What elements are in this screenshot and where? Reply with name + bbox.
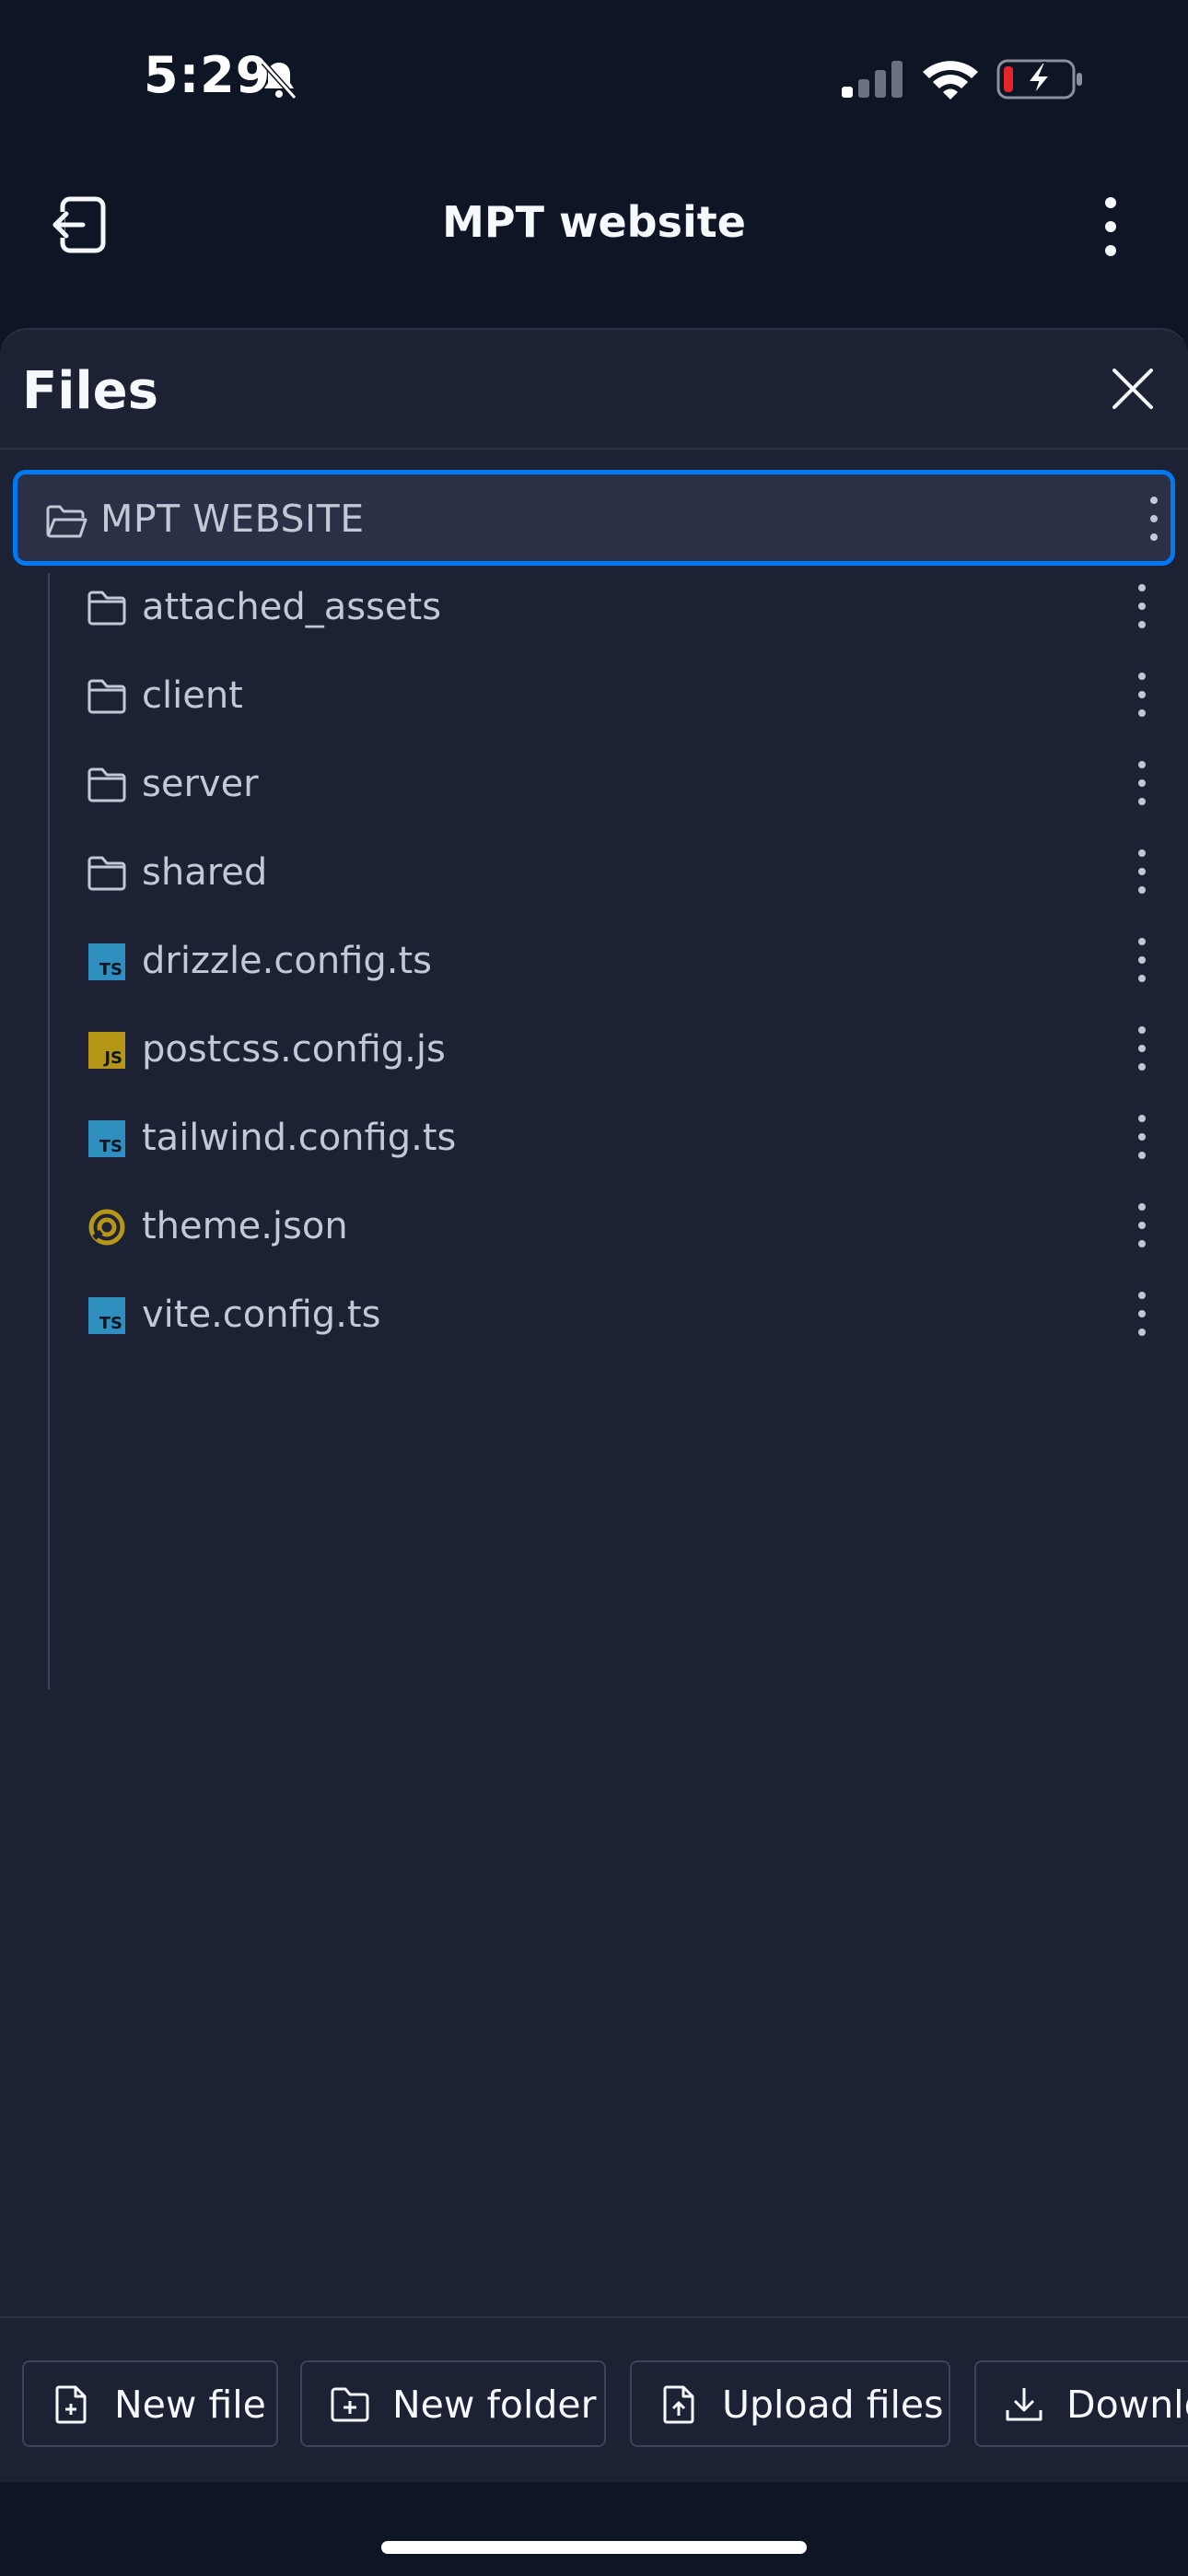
tree-item-label: server — [142, 763, 259, 805]
tree-item-postcss-config[interactable]: JS postcss.config.js — [0, 1008, 1188, 1096]
cellular-signal-icon — [842, 61, 903, 98]
tree-item-label: theme.json — [142, 1205, 348, 1247]
typescript-icon: TS — [88, 1297, 125, 1334]
status-time: 5:29 — [144, 46, 272, 104]
row-menu-icon[interactable] — [1133, 671, 1151, 719]
wifi-icon — [923, 61, 978, 100]
folder-plus-icon — [331, 2387, 369, 2422]
tree-item-label: postcss.config.js — [142, 1028, 446, 1071]
bell-slash-icon — [261, 60, 297, 100]
new-folder-button[interactable]: New folder — [300, 2360, 606, 2447]
download-label: Downlo — [1066, 2383, 1188, 2427]
row-menu-icon[interactable] — [1133, 759, 1151, 807]
upload-files-label: Upload files — [722, 2383, 944, 2427]
tree-item-label: vite.config.ts — [142, 1294, 381, 1336]
file-upload-icon — [663, 2385, 694, 2424]
tree-item-client[interactable]: client — [0, 654, 1188, 743]
folder-open-icon — [46, 505, 87, 538]
tree-item-theme-json[interactable]: theme.json — [0, 1185, 1188, 1273]
folder-icon — [87, 767, 126, 802]
upload-files-button[interactable]: Upload files — [630, 2360, 950, 2447]
row-menu-icon[interactable] — [1133, 582, 1151, 630]
battery-charging-icon — [996, 59, 1082, 100]
download-icon — [1006, 2388, 1042, 2421]
download-button[interactable]: Downlo — [974, 2360, 1188, 2447]
tree-item-label: attached_assets — [142, 586, 442, 628]
home-indicator[interactable] — [381, 2541, 807, 2554]
folder-icon — [87, 856, 126, 891]
files-panel: Files MPT WEBSITE attached_assets client… — [0, 328, 1188, 2484]
home-bar — [0, 2482, 1188, 2576]
typescript-icon: TS — [88, 943, 125, 980]
row-menu-icon[interactable] — [1133, 1290, 1151, 1338]
tree-item-label: tailwind.config.ts — [142, 1117, 457, 1159]
kebab-menu-icon[interactable] — [1092, 193, 1129, 260]
tree-item-label: shared — [142, 851, 268, 894]
files-panel-header: Files — [0, 330, 1188, 450]
files-panel-title: Files — [22, 361, 158, 421]
file-actions-bar: New file New folder Upload files Downl — [0, 2316, 1188, 2482]
json-icon — [88, 1209, 125, 1246]
tree-item-server[interactable]: server — [0, 743, 1188, 831]
tree-item-vite-config[interactable]: TS vite.config.ts — [0, 1273, 1188, 1362]
tree-item-shared[interactable]: shared — [0, 831, 1188, 919]
typescript-icon: TS — [88, 1120, 125, 1157]
tree-root-label: MPT WEBSITE — [100, 497, 365, 541]
row-menu-icon[interactable] — [1133, 1113, 1151, 1161]
tree-item-attached-assets[interactable]: attached_assets — [0, 566, 1188, 654]
tree-item-tailwind-config[interactable]: TS tailwind.config.ts — [0, 1096, 1188, 1185]
folder-icon — [87, 679, 126, 714]
row-menu-icon[interactable] — [1133, 1201, 1151, 1249]
javascript-icon: JS — [88, 1032, 125, 1069]
top-bar: MPT website — [0, 157, 1188, 322]
tree-item-label: client — [142, 674, 243, 717]
status-bar: 5:29 — [0, 0, 1188, 157]
new-file-button[interactable]: New file — [22, 2360, 278, 2447]
app-title: MPT website — [442, 197, 746, 247]
row-menu-icon[interactable] — [1133, 936, 1151, 984]
row-menu-icon[interactable] — [1133, 1025, 1151, 1072]
close-icon[interactable] — [1109, 365, 1157, 413]
screen: 5:29 MPT website Files MPT WEBSITE attac… — [0, 0, 1188, 2576]
tree-root-folder[interactable]: MPT WEBSITE — [13, 470, 1175, 566]
row-menu-icon[interactable] — [1133, 848, 1151, 896]
tree-item-label: drizzle.config.ts — [142, 940, 433, 982]
folder-icon — [87, 591, 126, 626]
row-menu-icon[interactable] — [1145, 495, 1163, 543]
tree-item-drizzle-config[interactable]: TS drizzle.config.ts — [0, 919, 1188, 1008]
file-plus-icon — [55, 2385, 87, 2424]
new-folder-label: New folder — [392, 2383, 597, 2427]
new-file-label: New file — [114, 2383, 266, 2427]
